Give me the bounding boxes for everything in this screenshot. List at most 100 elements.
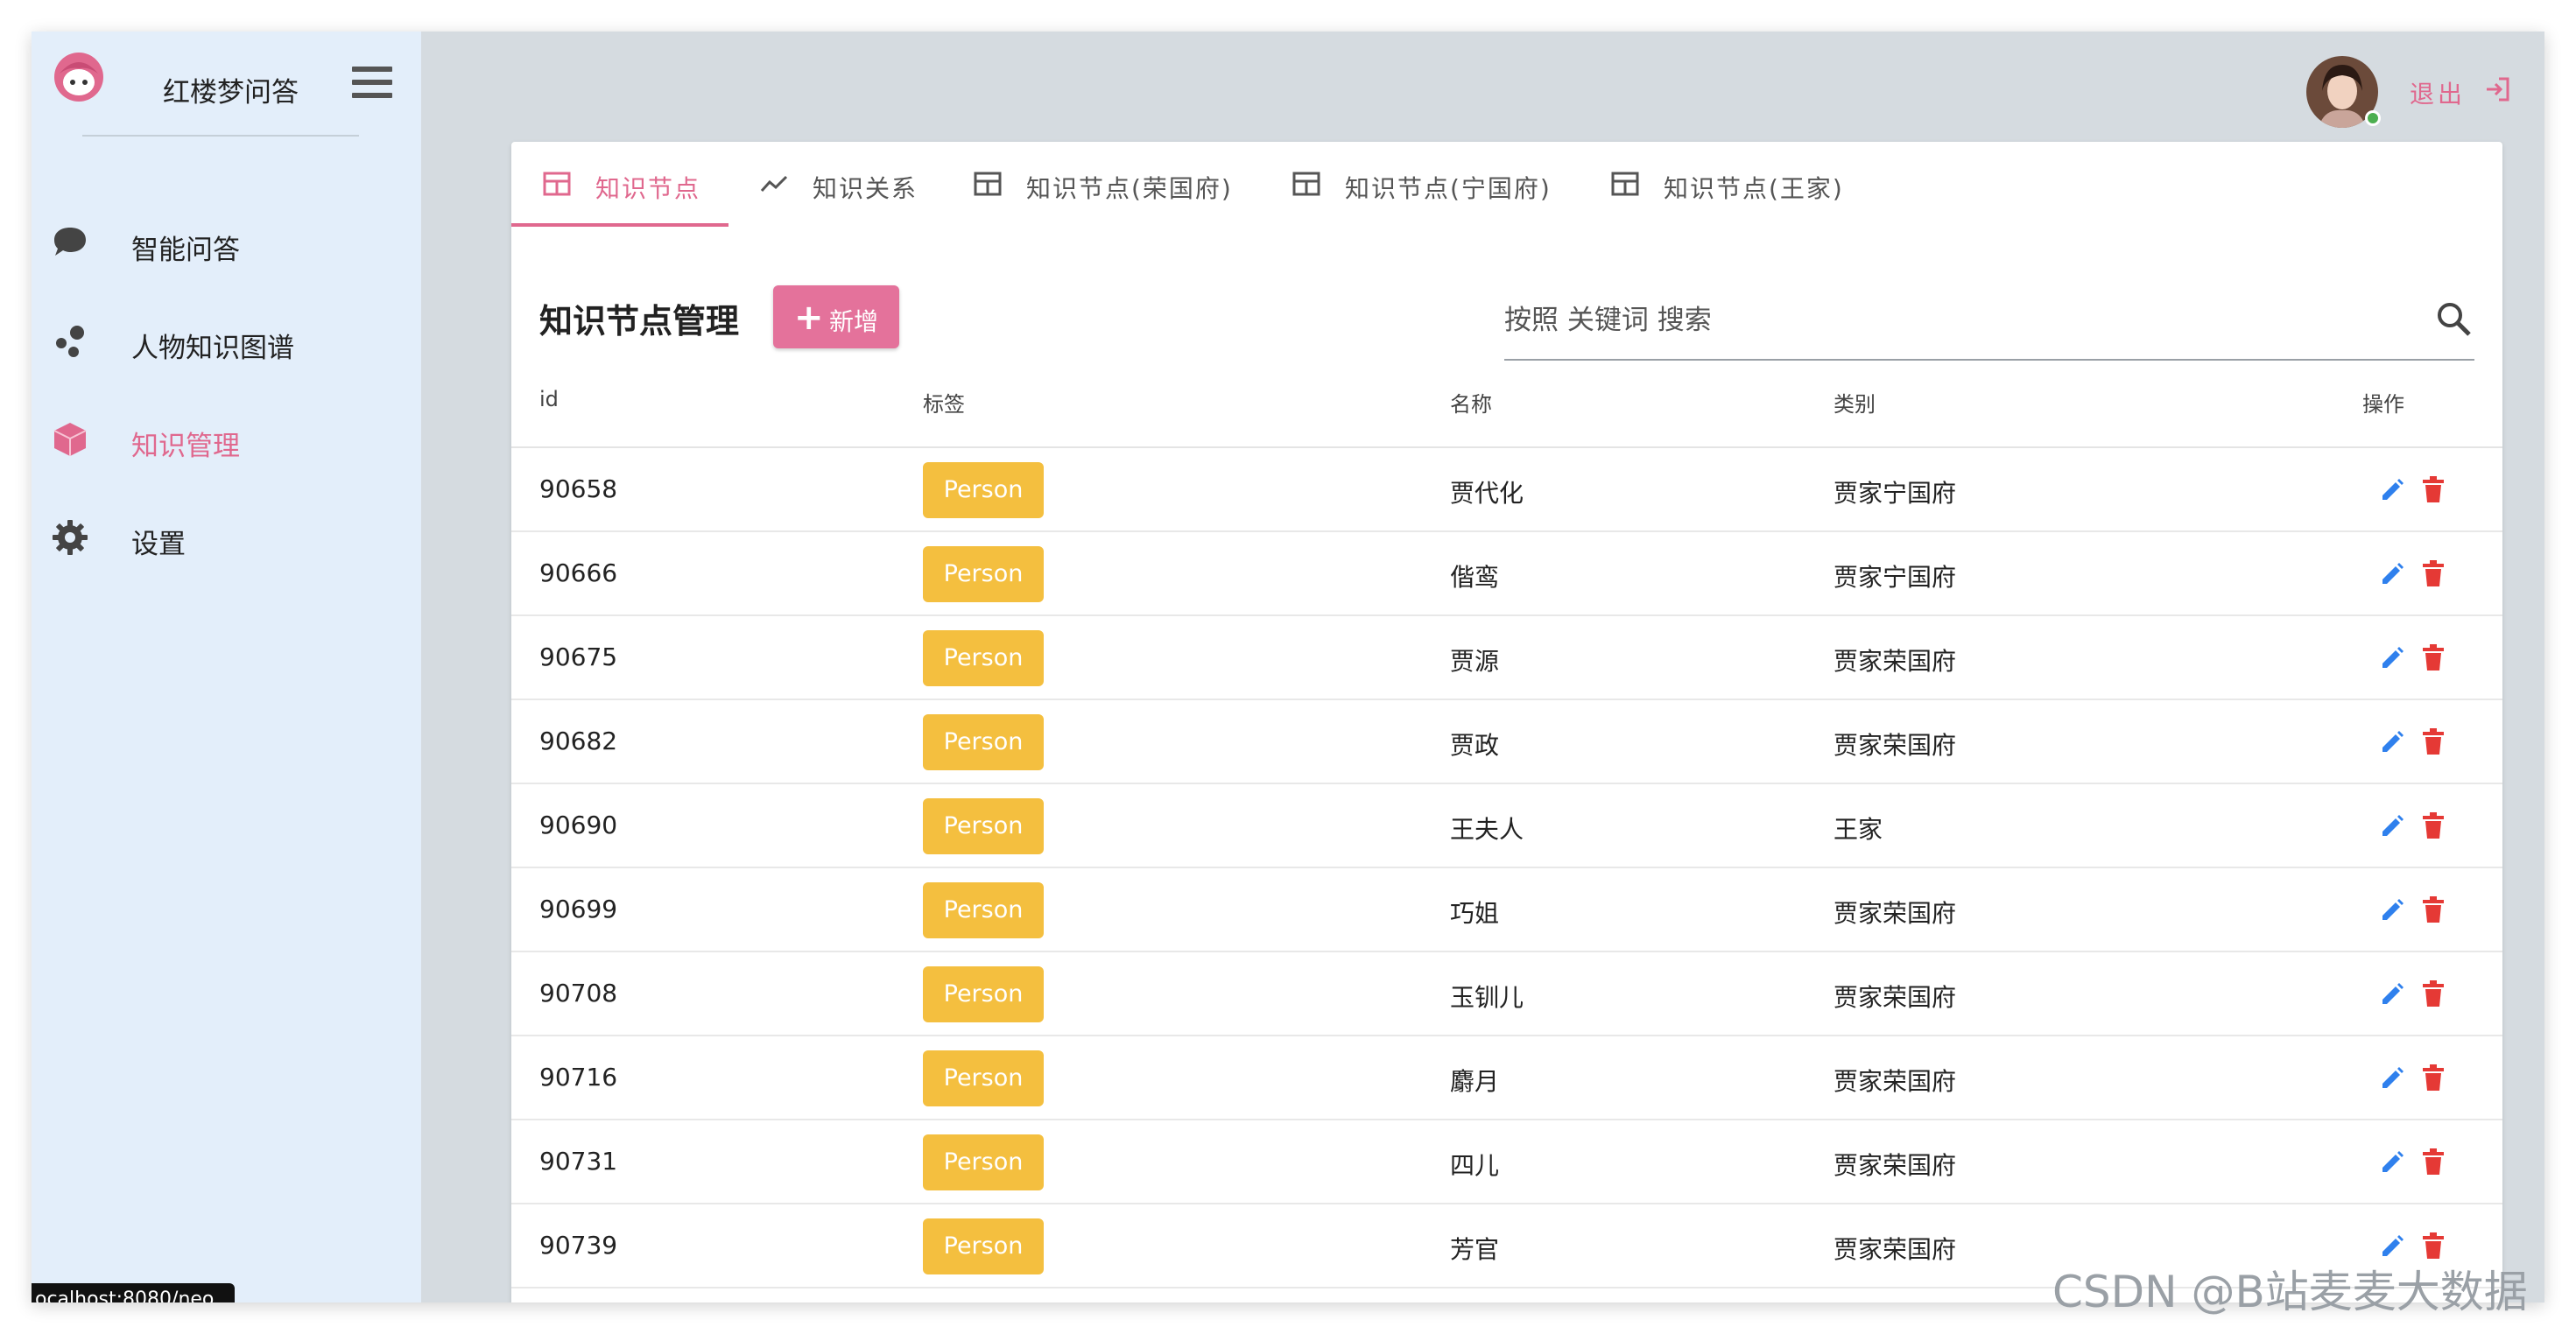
column-header-name[interactable]: 名称 bbox=[1450, 387, 1492, 418]
delete-trash-icon[interactable] bbox=[2422, 980, 2445, 1007]
tag-badge: Person bbox=[923, 798, 1044, 854]
sidebar-item-label: 设置 bbox=[131, 529, 186, 560]
tab-label: 知识关系 bbox=[813, 174, 918, 203]
cell-name: 芳官 bbox=[1450, 1235, 1500, 1264]
table-row[interactable]: 90658 Person 贾代化 贾家宁国府 bbox=[511, 448, 2502, 532]
logout-icon[interactable] bbox=[2483, 75, 2511, 103]
plus-icon: + bbox=[794, 298, 824, 338]
tab-label: 知识节点 bbox=[595, 174, 701, 203]
cell-name: 偕鸾 bbox=[1450, 563, 1500, 592]
tab-knowledge-nodes-ningguofu[interactable]: 知识节点(宁国府) bbox=[1261, 142, 1580, 226]
gear-icon bbox=[53, 520, 88, 555]
cell-id: 90690 bbox=[539, 811, 618, 839]
tab-knowledge-nodes-wangjia[interactable]: 知识节点(王家) bbox=[1580, 142, 1874, 226]
cell-category: 贾家荣国府 bbox=[1833, 647, 1957, 676]
chat-bubble-icon bbox=[54, 228, 86, 256]
table-row[interactable]: 90666 Person 偕鸾 贾家宁国府 bbox=[511, 532, 2502, 616]
delete-trash-icon[interactable] bbox=[2422, 896, 2445, 923]
edit-pencil-icon[interactable] bbox=[2380, 1066, 2404, 1091]
delete-trash-icon[interactable] bbox=[2422, 1064, 2445, 1091]
delete-trash-icon[interactable] bbox=[2422, 560, 2445, 586]
cell-category: 贾家宁国府 bbox=[1833, 479, 1957, 508]
column-header-category[interactable]: 类别 bbox=[1833, 387, 1876, 418]
cell-id: 90658 bbox=[539, 474, 618, 503]
cell-name: 王夫人 bbox=[1450, 815, 1524, 844]
tag-badge: Person bbox=[923, 462, 1044, 518]
column-header-id[interactable]: id bbox=[539, 387, 559, 411]
sidebar-item-knowledge-graph[interactable]: 人物知识图谱 bbox=[32, 301, 421, 382]
delete-trash-icon[interactable] bbox=[2422, 1148, 2445, 1175]
delete-trash-icon[interactable] bbox=[2422, 476, 2445, 502]
sidebar-item-label: 智能问答 bbox=[131, 235, 240, 266]
edit-pencil-icon[interactable] bbox=[2380, 1150, 2404, 1175]
cell-id: 90699 bbox=[539, 895, 618, 923]
cell-name: 贾政 bbox=[1450, 731, 1500, 760]
cell-name: 四儿 bbox=[1450, 1151, 1500, 1180]
edit-pencil-icon[interactable] bbox=[2380, 898, 2404, 923]
table-icon bbox=[1292, 172, 1320, 196]
sidebar-item-label: 人物知识图谱 bbox=[131, 333, 294, 364]
edit-pencil-icon[interactable] bbox=[2380, 478, 2404, 502]
table-row[interactable]: 90682 Person 贾政 贾家荣国府 bbox=[511, 700, 2502, 784]
tab-knowledge-nodes-rongguofu[interactable]: 知识节点(荣国府) bbox=[942, 142, 1261, 226]
cell-name: 玉钏儿 bbox=[1450, 983, 1524, 1012]
logout-button[interactable]: 退出 bbox=[2410, 75, 2466, 110]
delete-trash-icon[interactable] bbox=[2422, 1232, 2445, 1259]
cell-category: 贾家荣国府 bbox=[1833, 731, 1957, 760]
table-row[interactable]: 90731 Person 四儿 贾家荣国府 bbox=[511, 1120, 2502, 1204]
tag-badge: Person bbox=[923, 1134, 1044, 1190]
edit-pencil-icon[interactable] bbox=[2380, 982, 2404, 1007]
sidebar-item-label: 知识管理 bbox=[131, 431, 240, 462]
cell-category: 贾家荣国府 bbox=[1833, 899, 1957, 928]
cell-name: 巧姐 bbox=[1450, 899, 1500, 928]
cell-name: 麝月 bbox=[1450, 1067, 1500, 1096]
sidebar: 红楼梦问答 智能问答 人物知识图谱 知识管理 设置 bbox=[32, 32, 421, 1302]
tag-badge: Person bbox=[923, 1050, 1044, 1106]
cell-id: 90666 bbox=[539, 558, 618, 587]
edit-pencil-icon[interactable] bbox=[2380, 646, 2404, 671]
screenshot: 红楼梦问答 智能问答 人物知识图谱 知识管理 设置 退出 知识节点 知识关系 知… bbox=[0, 0, 2576, 1334]
cell-category: 王家 bbox=[1833, 815, 1883, 844]
tag-badge: Person bbox=[923, 882, 1044, 938]
table-row[interactable]: 90699 Person 巧姐 贾家荣国府 bbox=[511, 868, 2502, 952]
app-title: 红楼梦问答 bbox=[163, 77, 299, 109]
tag-badge: Person bbox=[923, 714, 1044, 770]
edit-pencil-icon[interactable] bbox=[2380, 562, 2404, 586]
edit-pencil-icon[interactable] bbox=[2380, 814, 2404, 839]
page-title: 知识节点管理 bbox=[539, 302, 740, 341]
add-button-label: 新增 bbox=[829, 307, 879, 336]
watermark-credit: CSDN @B站麦麦大数据 bbox=[2052, 1267, 2528, 1317]
edit-pencil-icon[interactable] bbox=[2380, 1234, 2404, 1259]
table-row[interactable]: 90716 Person 麝月 贾家荣国府 bbox=[511, 1036, 2502, 1120]
delete-trash-icon[interactable] bbox=[2422, 644, 2445, 671]
delete-trash-icon[interactable] bbox=[2422, 812, 2445, 839]
cell-id: 90675 bbox=[539, 642, 618, 671]
delete-trash-icon[interactable] bbox=[2422, 728, 2445, 755]
tab-knowledge-relations[interactable]: 知识关系 bbox=[728, 142, 942, 226]
table-icon bbox=[543, 172, 571, 196]
search-field bbox=[1504, 280, 2474, 361]
sidebar-item-smart-qa[interactable]: 智能问答 bbox=[32, 203, 421, 284]
cell-name: 贾源 bbox=[1450, 647, 1500, 676]
add-node-button[interactable]: + 新增 bbox=[773, 285, 899, 348]
edit-pencil-icon[interactable] bbox=[2380, 730, 2404, 755]
online-status-dot bbox=[2365, 110, 2381, 126]
column-header-tag[interactable]: 标签 bbox=[923, 387, 965, 418]
hamburger-menu-icon[interactable] bbox=[352, 67, 392, 105]
search-icon[interactable] bbox=[2434, 299, 2473, 338]
sidebar-item-settings[interactable]: 设置 bbox=[32, 497, 421, 578]
table-row[interactable]: 90690 Person 王夫人 王家 bbox=[511, 784, 2502, 868]
table-row[interactable]: 90708 Person 玉钏儿 贾家荣国府 bbox=[511, 952, 2502, 1036]
tag-badge: Person bbox=[923, 546, 1044, 602]
search-input[interactable] bbox=[1504, 298, 2406, 343]
cell-category: 贾家宁国府 bbox=[1833, 563, 1957, 592]
table-row[interactable]: 90675 Person 贾源 贾家荣国府 bbox=[511, 616, 2502, 700]
table-icon bbox=[974, 172, 1002, 196]
cell-category: 贾家荣国府 bbox=[1833, 983, 1957, 1012]
tag-badge: Person bbox=[923, 966, 1044, 1022]
cell-category: 贾家荣国府 bbox=[1833, 1067, 1957, 1096]
cell-id: 90682 bbox=[539, 727, 618, 755]
tab-label: 知识节点(宁国府) bbox=[1345, 174, 1552, 203]
sidebar-item-knowledge-management[interactable]: 知识管理 bbox=[32, 399, 421, 480]
tab-knowledge-nodes[interactable]: 知识节点 bbox=[511, 142, 728, 226]
